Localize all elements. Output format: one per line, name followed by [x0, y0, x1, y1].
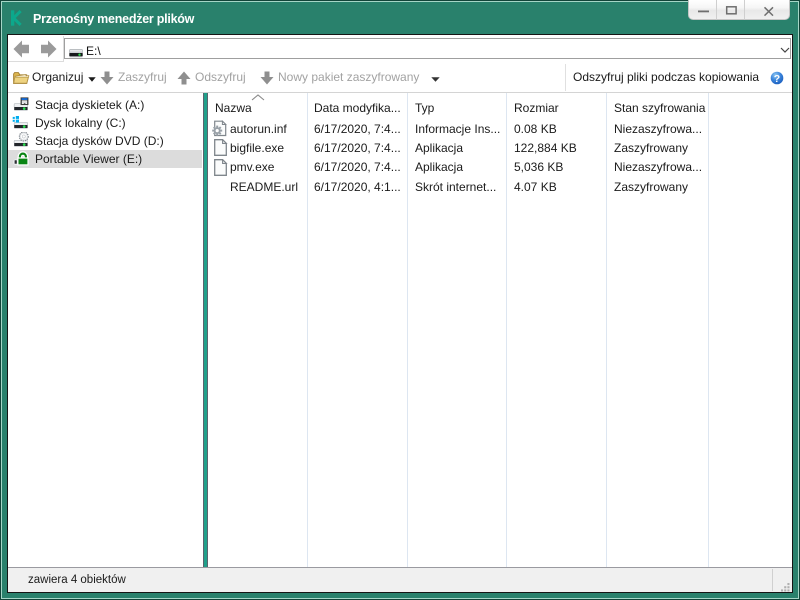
- svg-text:?: ?: [774, 73, 780, 85]
